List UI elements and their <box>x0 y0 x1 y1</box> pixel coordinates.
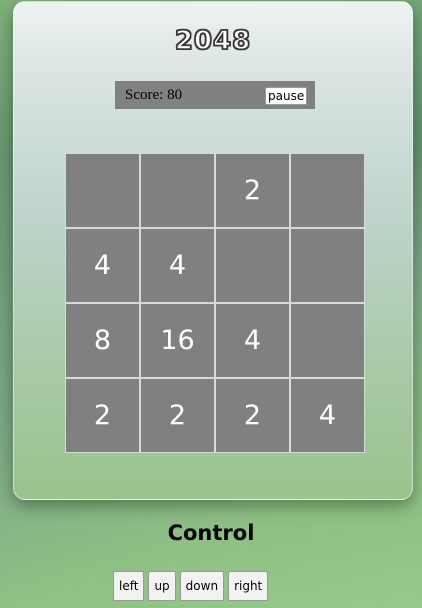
game-title: 2048 <box>174 25 252 57</box>
tile: 2 <box>65 378 140 453</box>
tile: 8 <box>65 303 140 378</box>
control-buttons: left up down right <box>113 571 269 601</box>
right-button[interactable]: right <box>228 571 269 601</box>
score-display: Score: 80 <box>125 87 183 103</box>
control-heading: Control <box>167 521 255 545</box>
tile <box>290 228 365 303</box>
score-bar: Score: 80 pause <box>115 81 315 109</box>
tile: 4 <box>65 228 140 303</box>
game-board: 2 4 4 8 16 4 2 2 2 4 <box>65 153 365 453</box>
left-button[interactable]: left <box>113 571 145 601</box>
tile <box>290 303 365 378</box>
down-button[interactable]: down <box>179 571 225 601</box>
game-card: 2048 Score: 80 pause 2 4 4 8 16 4 2 2 2 … <box>13 1 413 500</box>
tile <box>65 153 140 228</box>
tile: 4 <box>290 378 365 453</box>
tile: 2 <box>215 153 290 228</box>
tile: 4 <box>215 303 290 378</box>
pause-button[interactable]: pause <box>265 87 308 105</box>
up-button[interactable]: up <box>148 571 176 601</box>
tile: 2 <box>215 378 290 453</box>
tile <box>140 153 215 228</box>
tile <box>215 228 290 303</box>
tile: 2 <box>140 378 215 453</box>
tile: 4 <box>140 228 215 303</box>
tile <box>290 153 365 228</box>
tile: 16 <box>140 303 215 378</box>
